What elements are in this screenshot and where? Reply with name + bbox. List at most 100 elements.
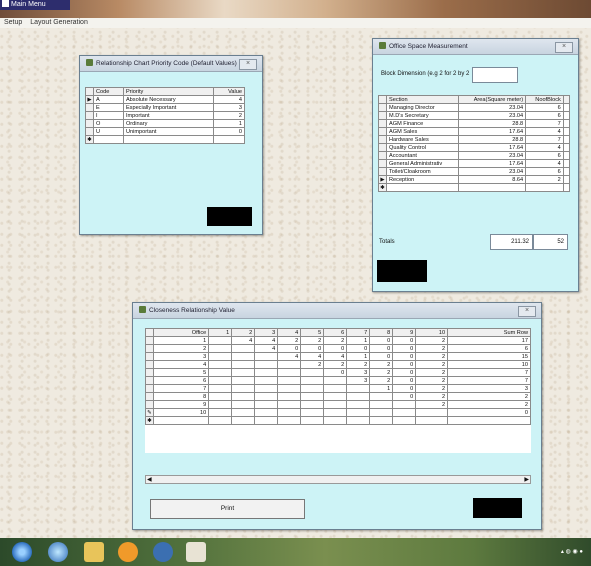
table-cell[interactable] — [562, 183, 571, 192]
table-cell[interactable]: 4 — [323, 352, 348, 361]
table-row[interactable]: I Important 2 — [85, 111, 245, 120]
row-selector[interactable] — [145, 360, 154, 369]
table-cell[interactable] — [208, 416, 233, 425]
table-cell[interactable] — [277, 392, 302, 401]
closeness-black-button[interactable] — [473, 498, 522, 518]
new-row[interactable]: ✱ — [145, 416, 531, 425]
table-cell[interactable]: 0 — [369, 352, 394, 361]
row-selector[interactable] — [145, 400, 154, 409]
table-cell[interactable] — [300, 392, 325, 401]
scroll-left-arrow[interactable]: ◀ — [147, 476, 152, 483]
new-row[interactable]: ✱ — [85, 135, 245, 144]
table-cell[interactable]: 2 — [300, 336, 325, 345]
row-selector[interactable] — [378, 135, 387, 144]
row-selector[interactable] — [145, 392, 154, 401]
table-cell[interactable]: AGM Finance — [386, 119, 459, 128]
table-cell[interactable]: 23.04 — [457, 167, 527, 176]
table-cell[interactable] — [208, 400, 233, 409]
table-cell[interactable]: 2 — [369, 360, 394, 369]
table-cell[interactable] — [323, 416, 348, 425]
table-cell[interactable] — [346, 400, 371, 409]
table-cell[interactable]: 28.8 — [457, 119, 527, 128]
table-row[interactable]: General Administrativ 17.64 4 — [378, 159, 571, 168]
media-player-icon[interactable] — [118, 542, 138, 562]
table-cell[interactable] — [277, 376, 302, 385]
table-cell[interactable]: E — [93, 103, 124, 112]
table-cell[interactable] — [231, 384, 256, 393]
table-row[interactable]: 9 22 — [145, 400, 531, 409]
table-cell[interactable]: 0 — [346, 344, 371, 353]
table-cell[interactable]: 4 — [525, 159, 564, 168]
table-cell[interactable]: 1 — [346, 336, 371, 345]
app-taskbar-icon[interactable] — [186, 542, 206, 562]
table-cell[interactable]: 0 — [323, 368, 348, 377]
row-selector[interactable] — [145, 376, 154, 385]
table-cell[interactable]: Absolute Necessary — [122, 95, 215, 104]
table-cell[interactable]: 2 — [346, 360, 371, 369]
table-cell[interactable]: 2 — [447, 400, 531, 409]
row-selector[interactable] — [378, 119, 387, 128]
table-cell[interactable] — [231, 400, 256, 409]
table-cell[interactable] — [122, 135, 215, 144]
table-cell[interactable]: 2 — [369, 368, 394, 377]
table-cell[interactable]: 4 — [525, 127, 564, 136]
table-cell[interactable] — [277, 384, 302, 393]
table-cell[interactable] — [231, 392, 256, 401]
row-selector[interactable] — [145, 384, 154, 393]
table-cell[interactable]: 0 — [392, 360, 417, 369]
table-cell[interactable] — [277, 408, 302, 417]
table-row[interactable]: Accountant 23.04 6 — [378, 151, 571, 160]
table-row[interactable]: M.D's Secretary 23.04 6 — [378, 111, 571, 120]
row-selector[interactable] — [378, 159, 387, 168]
block-dimension-input[interactable] — [472, 67, 518, 83]
table-cell[interactable] — [208, 344, 233, 353]
table-cell[interactable] — [208, 352, 233, 361]
table-cell[interactable]: 3 — [213, 103, 245, 112]
print-button[interactable]: Print — [150, 499, 305, 519]
table-row[interactable]: 7 1023 — [145, 384, 531, 393]
table-cell[interactable]: I — [93, 111, 124, 120]
table-row[interactable]: 4 2 2 2 2 0 2 10 — [145, 360, 531, 369]
table-cell[interactable]: 2 — [213, 111, 245, 120]
table-cell[interactable] — [231, 368, 256, 377]
scroll-right-arrow[interactable]: ▶ — [524, 476, 529, 483]
table-cell[interactable] — [300, 376, 325, 385]
table-cell[interactable]: 8.64 — [457, 175, 527, 184]
priority-window-titlebar[interactable]: Relationship Chart Priority Code (Defaul… — [80, 56, 262, 72]
table-cell[interactable]: M.D's Secretary — [386, 111, 459, 120]
table-row[interactable]: AGM Sales 17.64 4 — [378, 127, 571, 136]
row-selector[interactable] — [145, 336, 154, 345]
row-selector[interactable]: ▶ — [378, 175, 387, 184]
table-cell[interactable] — [415, 408, 449, 417]
table-cell[interactable]: 17.64 — [457, 127, 527, 136]
table-cell[interactable]: 2 — [415, 352, 449, 361]
table-cell[interactable] — [254, 376, 279, 385]
table-cell[interactable] — [213, 135, 245, 144]
table-cell[interactable]: 10 — [152, 408, 210, 417]
table-cell[interactable] — [254, 400, 279, 409]
row-selector[interactable] — [378, 111, 387, 120]
table-cell[interactable]: 2 — [369, 376, 394, 385]
table-cell[interactable] — [208, 376, 233, 385]
table-cell[interactable]: Accountant — [386, 151, 459, 160]
table-cell[interactable]: 4 — [525, 143, 564, 152]
table-cell[interactable] — [300, 384, 325, 393]
table-cell[interactable]: 0 — [277, 344, 302, 353]
closeness-window-titlebar[interactable]: Closeness Relationship Value × — [133, 303, 541, 319]
space-window-titlebar[interactable]: Office Space Measurement × — [373, 39, 578, 55]
table-cell[interactable] — [346, 416, 371, 425]
table-cell[interactable]: 4 — [152, 360, 210, 369]
row-selector[interactable]: ▶ — [85, 95, 94, 104]
table-cell[interactable]: 9 — [152, 400, 210, 409]
table-cell[interactable]: U — [93, 127, 124, 136]
table-cell[interactable]: 2 — [415, 376, 449, 385]
table-row[interactable]: 8022 — [145, 392, 531, 401]
table-cell[interactable]: 0 — [392, 352, 417, 361]
table-cell[interactable] — [152, 416, 210, 425]
table-row[interactable]: AGM Finance 28.8 7 — [378, 119, 571, 128]
total-area-field[interactable]: 211.32 — [490, 234, 533, 250]
table-row[interactable]: 3 4 4 4 1 0 0 2 15 — [145, 352, 531, 361]
table-cell[interactable] — [300, 400, 325, 409]
table-row[interactable]: Hardware Sales 28.8 7 — [378, 135, 571, 144]
table-cell[interactable] — [231, 416, 256, 425]
